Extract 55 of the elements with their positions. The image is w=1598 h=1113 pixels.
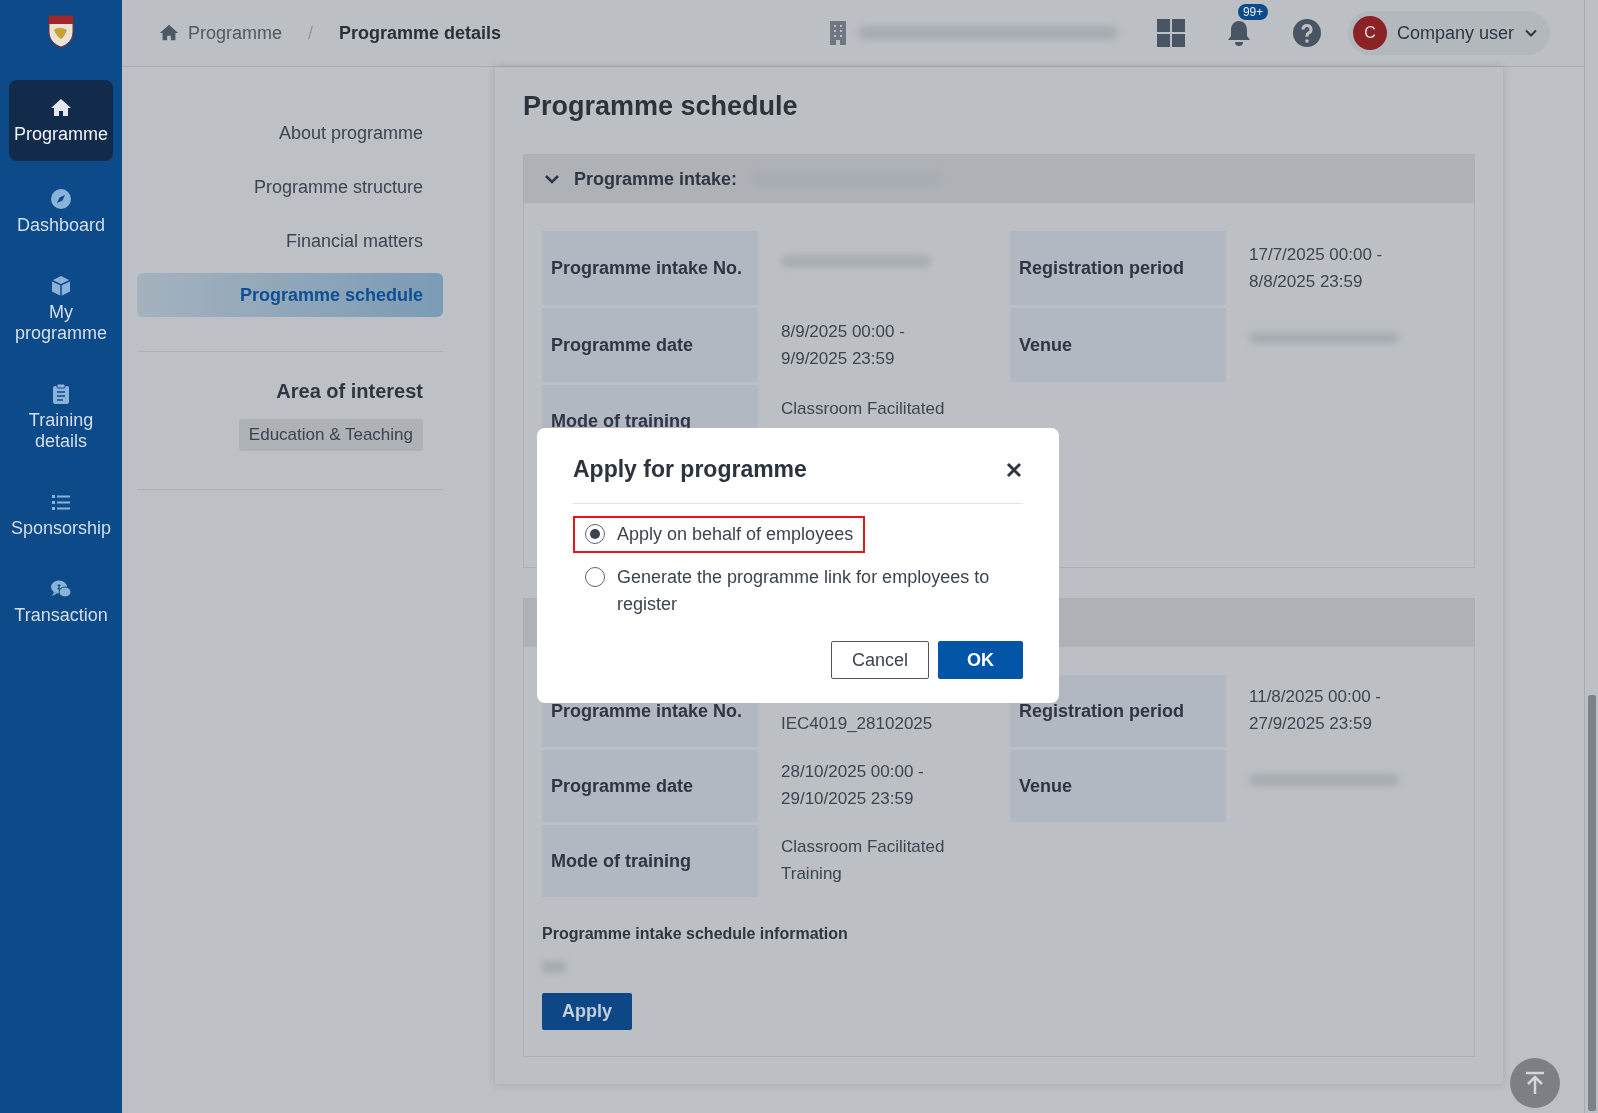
field-value: 8/9/2025 00:00 - 9/9/2025 23:59 [781,321,906,370]
radio-button[interactable] [585,567,605,587]
dialog-title: Apply for programme [573,456,807,483]
field-value: 28/10/2025 00:00 - 29/10/2025 23:59 [781,761,925,810]
field-value: 11/8/2025 00:00 - 27/9/2025 23:59 [1249,686,1382,735]
area-heading: Area of interest [275,380,424,403]
breadcrumb-separator: / [308,22,314,44]
sidebar-item[interactable]: Dashboard [9,175,113,248]
field-label: Programme intake No. [542,231,758,305]
radio-option[interactable]: Generate the programme link for employees to register [573,559,1023,623]
help-icon[interactable] [1291,18,1322,48]
scrollbar-thumb[interactable] [1588,695,1596,1111]
info-heading: Programme intake schedule information [542,925,849,943]
radio-button[interactable] [585,524,605,544]
radio-option[interactable]: Apply on behalf of employees [573,516,866,553]
intake-header[interactable]: Programme intake: [524,155,1474,203]
field-label: Mode of training [542,825,758,897]
scrollbar[interactable] [1584,0,1598,1113]
user-menu[interactable]: C Company user [1347,11,1550,55]
building-icon [827,20,848,46]
ok-button[interactable]: OK [938,641,1023,679]
notification-badge: 99+ [1237,4,1269,20]
section-nav-item[interactable]: Programme structure [137,165,443,209]
intake-label: Programme intake: [574,168,738,190]
sidebar-item[interactable]: Programme [9,80,113,161]
sidebar-item[interactable]: Training details [9,370,113,464]
sidebar-item[interactable]: Sponsorship [9,478,113,551]
compass-icon [49,187,73,211]
breadcrumb-current: Programme details [339,22,502,44]
grid-icon[interactable] [1155,18,1186,48]
breadcrumb-link[interactable]: Programme [188,22,283,44]
field-label: Programme date [542,308,758,382]
user-avatar: C [1352,16,1387,50]
crest-logo [48,14,74,48]
field-value: 17/7/2025 00:00 - 8/8/2025 23:59 [1249,244,1384,293]
field-label: Venue [1010,308,1226,382]
cancel-button[interactable]: Cancel [830,641,929,679]
field-value: Classroom Facilitated [781,398,946,420]
field-value: IEC4019_28102025 [781,713,934,735]
section-nav-item[interactable]: About programme [137,111,443,155]
field-label: Programme date [542,750,758,822]
field-label: Venue [1010,750,1226,822]
close-icon [1005,460,1023,479]
section-title: Programme schedule [523,91,799,122]
close-button[interactable] [1005,460,1023,479]
apply-button[interactable]: Apply [542,993,632,1030]
interest-tag: Education & Teaching [238,419,423,451]
sidebar-item[interactable]: Transaction [9,565,113,638]
field-label: Registration period [1010,675,1226,747]
sidebar-item[interactable]: My programme [9,262,113,356]
cube-icon [49,274,73,298]
back-to-top-button[interactable] [1510,1058,1560,1108]
field-label: Registration period [1010,231,1226,305]
field-value: Classroom Facilitated Training [781,836,946,885]
section-nav-item[interactable]: Financial matters [137,219,443,263]
